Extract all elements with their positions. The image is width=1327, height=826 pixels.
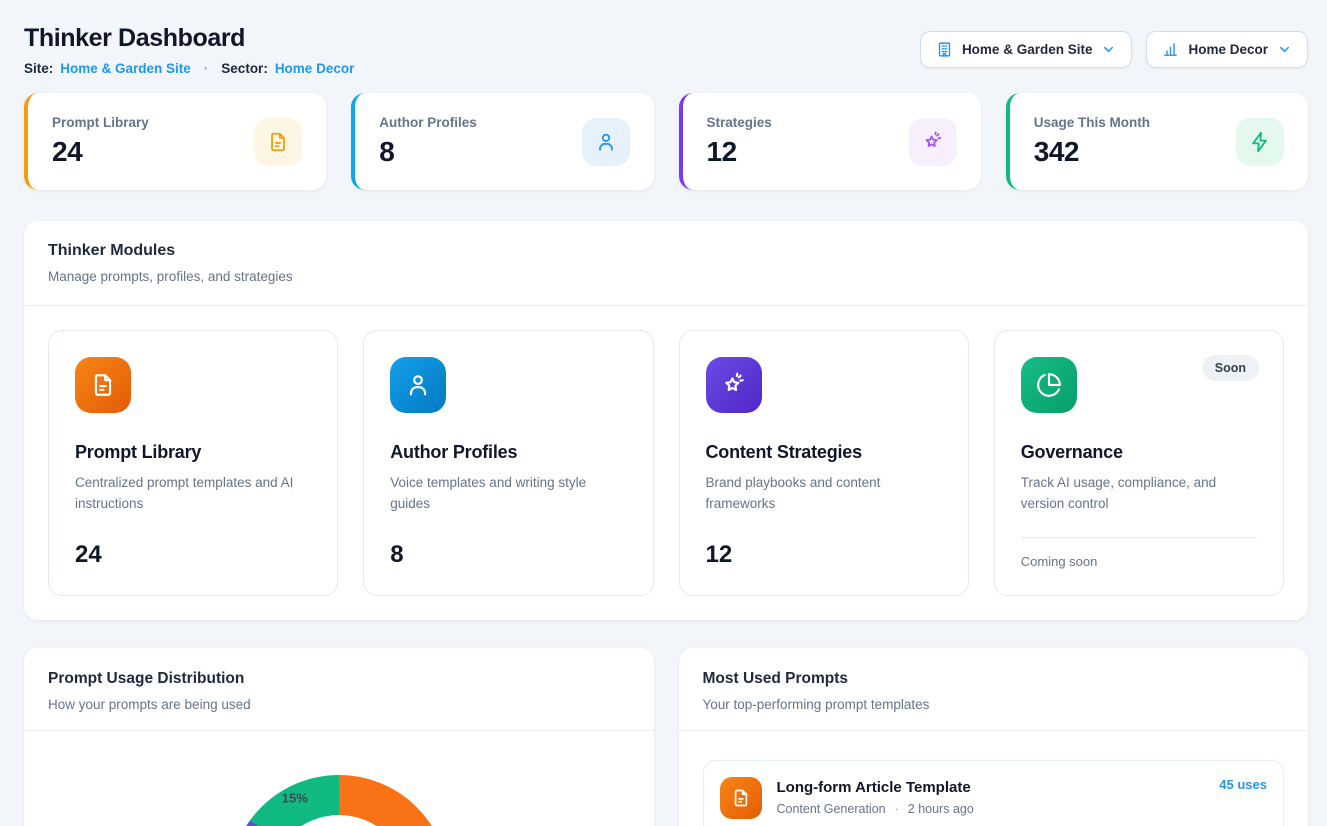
stat-value: 8 (379, 136, 477, 168)
user-icon (582, 118, 630, 166)
module-card-author-profiles[interactable]: Author Profiles Voice templates and writ… (363, 330, 653, 596)
document-icon (254, 118, 302, 166)
usage-chart-subtitle: How your prompts are being used (48, 697, 630, 712)
sector-selector-button[interactable]: Home Decor (1146, 31, 1308, 68)
separator-dot: · (204, 61, 209, 76)
stat-value: 342 (1034, 136, 1150, 168)
module-card-prompt-library[interactable]: Prompt Library Centralized prompt templa… (48, 330, 338, 596)
prompts-title: Most Used Prompts (703, 670, 1285, 688)
prompt-time: 2 hours ago (908, 802, 974, 816)
sector-label: Sector: (221, 61, 268, 76)
separator-dot: · (895, 802, 899, 816)
stat-card-usage: Usage This Month 342 (1006, 93, 1308, 190)
site-selector-button[interactable]: Home & Garden Site (920, 31, 1133, 68)
site-selector-label: Home & Garden Site (962, 42, 1093, 57)
module-count: 12 (706, 541, 942, 569)
lightning-icon (1236, 118, 1284, 166)
stat-label: Usage This Month (1034, 115, 1150, 130)
module-count: 24 (75, 541, 311, 569)
modules-panel-subtitle: Manage prompts, profiles, and strategies (48, 269, 1284, 284)
divider (1021, 537, 1257, 538)
page-header: Thinker Dashboard Site: Home & Garden Si… (24, 24, 1308, 76)
usage-chart-title: Prompt Usage Distribution (48, 670, 630, 688)
sector-selector-label: Home Decor (1188, 42, 1268, 57)
module-card-governance[interactable]: Soon Governance Track AI usage, complian… (994, 330, 1284, 596)
prompts-subtitle: Your top-performing prompt templates (703, 697, 1285, 712)
prompts-header: Most Used Prompts Your top-performing pr… (679, 648, 1309, 731)
stats-row: Prompt Library 24 Author Profiles 8 Stra… (24, 93, 1308, 190)
bar-chart-icon (1162, 41, 1179, 58)
modules-panel-header: Thinker Modules Manage prompts, profiles… (24, 221, 1308, 306)
pie-chart-icon (1021, 357, 1077, 413)
prompt-uses-count: 45 uses (1219, 777, 1267, 792)
prompt-item-title: Long-form Article Template (777, 779, 974, 796)
site-link[interactable]: Home & Garden Site (60, 61, 191, 76)
stat-card-prompt-library: Prompt Library 24 (24, 93, 326, 190)
module-title: Content Strategies (706, 442, 942, 463)
stat-card-strategies: Strategies 12 (679, 93, 981, 190)
header-left: Thinker Dashboard Site: Home & Garden Si… (24, 24, 354, 76)
usage-donut-chart: 15% (229, 775, 449, 826)
sparkle-icon (706, 357, 762, 413)
usage-chart-card: Prompt Usage Distribution How your promp… (24, 648, 654, 826)
sector-link[interactable]: Home Decor (275, 61, 355, 76)
sparkle-icon (909, 118, 957, 166)
module-description: Brand playbooks and content frameworks (706, 473, 942, 515)
soon-badge: Soon (1202, 355, 1259, 381)
modules-grid: Prompt Library Centralized prompt templa… (24, 306, 1308, 620)
usage-chart-header: Prompt Usage Distribution How your promp… (24, 648, 654, 731)
module-title: Author Profiles (390, 442, 626, 463)
most-used-prompts-card: Most Used Prompts Your top-performing pr… (679, 648, 1309, 826)
module-card-content-strategies[interactable]: Content Strategies Brand playbooks and c… (679, 330, 969, 596)
stat-value: 12 (707, 136, 772, 168)
prompts-list: Long-form Article Template Content Gener… (679, 731, 1309, 826)
module-footnote: Coming soon (1021, 554, 1257, 569)
bottom-row: Prompt Usage Distribution How your promp… (24, 648, 1308, 826)
module-description: Centralized prompt templates and AI inst… (75, 473, 311, 515)
modules-panel-title: Thinker Modules (48, 242, 1284, 260)
header-selectors: Home & Garden Site Home Decor (920, 31, 1308, 68)
building-icon (936, 41, 953, 58)
site-sector-row: Site: Home & Garden Site · Sector: Home … (24, 61, 354, 76)
document-icon (720, 777, 762, 819)
stat-label: Author Profiles (379, 115, 477, 130)
page-title: Thinker Dashboard (24, 24, 354, 53)
stat-card-author-profiles: Author Profiles 8 (351, 93, 653, 190)
chart-body: 15% (24, 731, 654, 826)
prompt-category: Content Generation (777, 802, 886, 816)
document-icon (75, 357, 131, 413)
site-label: Site: (24, 61, 53, 76)
module-description: Track AI usage, compliance, and version … (1021, 473, 1257, 515)
chevron-down-icon (1101, 42, 1116, 57)
user-icon (390, 357, 446, 413)
donut-segment-label: 15% (282, 790, 308, 805)
prompt-list-item[interactable]: Long-form Article Template Content Gener… (703, 760, 1285, 826)
module-description: Voice templates and writing style guides (390, 473, 626, 515)
dashboard-page: Thinker Dashboard Site: Home & Garden Si… (0, 0, 1327, 826)
chevron-down-icon (1277, 42, 1292, 57)
prompt-item-meta: Content Generation · 2 hours ago (777, 802, 974, 816)
stat-value: 24 (52, 136, 149, 168)
stat-label: Prompt Library (52, 115, 149, 130)
modules-panel: Thinker Modules Manage prompts, profiles… (24, 221, 1308, 620)
module-title: Governance (1021, 442, 1257, 463)
module-count: 8 (390, 541, 626, 569)
module-title: Prompt Library (75, 442, 311, 463)
stat-label: Strategies (707, 115, 772, 130)
